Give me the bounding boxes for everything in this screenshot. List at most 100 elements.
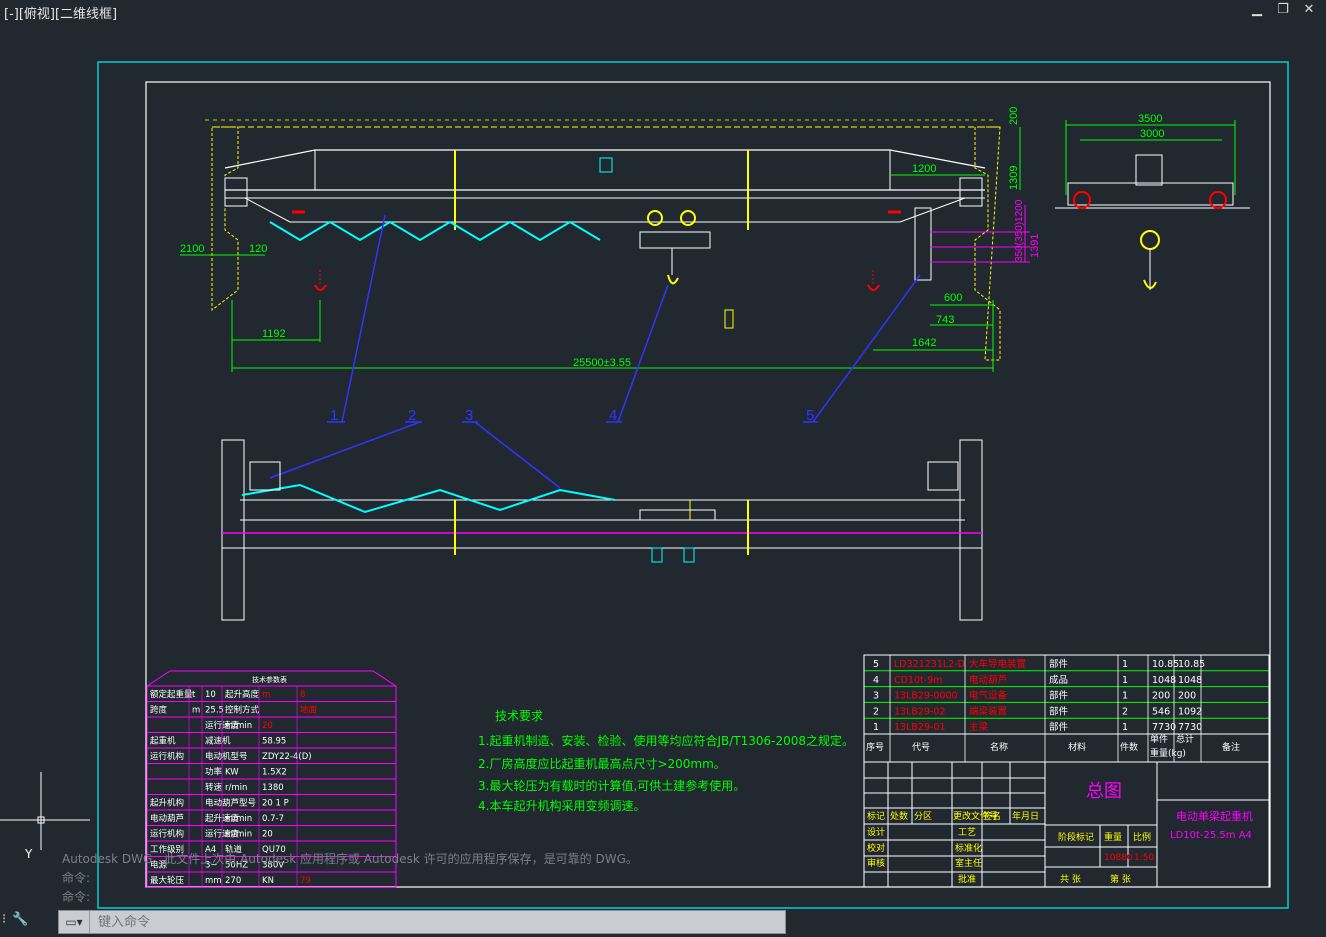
dim-120: 120 [249, 243, 267, 255]
callout-leaders [269, 214, 921, 489]
parts-list: 5 LD321231L2-D 大车导电装置 部件 1 10.8510.854 CD10t-9… [863, 654, 1270, 763]
dim-3500: 3500 [1138, 113, 1162, 125]
dim-743: 743 [936, 314, 954, 326]
parts-header: 序号 [866, 741, 884, 753]
param-cell: ZDY22-4(D) [262, 752, 312, 762]
parts-cell: 1 [1122, 691, 1128, 702]
parts-cell: 13LB29-01 [894, 722, 946, 733]
parts-header: 名称 [990, 741, 1008, 753]
title-block-label: 处数 [890, 810, 908, 822]
param-cell: 58.95 [262, 737, 286, 747]
dim-1200: 1200 [912, 163, 936, 175]
param-cell: 电动机型号 [205, 751, 248, 762]
param-cell: 起升高度 [225, 689, 260, 700]
tech-item-4: 4.本车起升机构采用变频调速。 [478, 798, 645, 813]
param-cell: 地面 [300, 705, 318, 716]
param-cell: 起重机 [150, 736, 176, 747]
callout-3: 3 [465, 407, 473, 424]
parts-header: 代号 [912, 742, 930, 753]
parts-header: 件数 [1120, 741, 1138, 753]
parts-header: 备注 [1222, 741, 1240, 753]
param-cell: 转速 [205, 782, 223, 793]
wrench-icon[interactable]: 🔧 [12, 912, 28, 927]
param-cell: 额定起重量 [150, 689, 193, 700]
tech-item-3: 3.最大轮压为有载时的计算值,可供土建参考使用。 [478, 778, 745, 793]
console-line: 命令: [62, 890, 91, 904]
title-block-label: 比例 [1133, 831, 1151, 843]
plan-view [221, 439, 983, 621]
weight-value: 10880 [1104, 853, 1133, 863]
parts-cell: 1 [1122, 722, 1128, 733]
param-cell: 25.5 [205, 706, 224, 716]
parts-cell: 546 [1152, 706, 1170, 717]
title-block-label: 第 张 [1110, 873, 1131, 885]
parts-cell: 部件 [1049, 690, 1069, 702]
param-cell: m [192, 706, 200, 716]
parts-cell: 13LB29-0000 [894, 691, 958, 702]
command-input[interactable] [90, 913, 785, 931]
title-block-label: 年月日 [1012, 810, 1039, 822]
command-line: ▭▾ [58, 910, 786, 934]
parts-cell: 1048 [1178, 675, 1202, 686]
dim-600: 600 [944, 292, 962, 304]
parts-cell: 1048 [1152, 675, 1176, 686]
dim-1391: 1391 [1029, 234, 1041, 258]
title-block-label: 签名 [983, 810, 1001, 822]
parts-cell: 13LB29-02 [894, 706, 946, 717]
dim-1642: 1642 [912, 337, 936, 349]
param-cell: 起升机构 [150, 798, 184, 809]
drawing-title: 总图 [1086, 781, 1122, 802]
dim-25500: 25500±3.55 [573, 357, 631, 369]
parts-cell: 3 [873, 691, 879, 702]
parts-cell: 200 [1152, 691, 1170, 702]
dimension-text: 25500±3.55 1192 1642 743 600 1200 2100 1… [180, 107, 1041, 369]
parts-cell: 2 [1122, 706, 1128, 717]
parts-cell: 1 [1122, 659, 1128, 670]
param-cell: 20 [262, 721, 273, 731]
param-cell: 0.7-7 [262, 814, 284, 824]
tech-requirements: 技术要求 1.起重机制造、安装、检验、使用等均应符合JB/T1306-2008之… [478, 709, 854, 813]
param-cell: m/min [225, 814, 252, 824]
param-cell: 20 [262, 830, 273, 840]
title-block-label: 校对 [867, 842, 885, 854]
parts-cell: 大车导电装置 [969, 658, 1026, 670]
parts-cell: 5 [873, 659, 879, 670]
title-block-label: 批准 [958, 873, 976, 885]
param-cell: 20 1 P [262, 799, 289, 809]
parts-cell: 4 [873, 675, 879, 686]
param-cell: 运行机构 [150, 751, 184, 762]
param-cell: 控制方式 [225, 705, 260, 716]
parts-cell: 7730 [1178, 722, 1202, 733]
callout-1: 1 [330, 407, 338, 424]
side-view [1055, 120, 1250, 290]
param-cell: KW [225, 768, 239, 778]
title-block-label: 设计 [867, 826, 885, 838]
drawing-canvas[interactable]: 25500±3.55 1192 1642 743 600 1200 2100 1… [0, 0, 1326, 937]
dim-350: 350(350)1200 [1014, 199, 1025, 262]
parts-cell: 7730 [1152, 722, 1176, 733]
parts-header: 重量(kg) [1150, 747, 1186, 759]
parts-cell: CD10t-9m [894, 675, 943, 686]
param-cell: t [192, 690, 196, 700]
param-cell: 1380 [262, 783, 284, 793]
parts-cell: 10.85 [1152, 659, 1179, 670]
title-block-label: 阶段标记 [1058, 831, 1094, 843]
scale-value: 1:50 [1134, 853, 1154, 863]
parts-cell: 电动葫芦 [969, 674, 1007, 686]
grip-icon[interactable]: ⁝ [2, 912, 6, 927]
tech-item-2: 2.厂房高度应比起重机最高点尺寸>200mm。 [478, 756, 726, 771]
command-menu-button[interactable]: ▭▾ [59, 911, 90, 933]
front-elevation [205, 119, 1030, 361]
product-name: 电动单梁起重机 [1176, 809, 1253, 823]
dim-3000: 3000 [1140, 128, 1164, 140]
parts-cell: 端梁装置 [969, 705, 1007, 717]
param-cell: 1.5X2 [262, 768, 287, 778]
side-view-dims: 3500 3000 [1138, 113, 1164, 140]
parts-cell: 1 [1122, 675, 1128, 686]
left-tools: ⁝ 🔧 [2, 912, 28, 927]
dim-1309: 1309 [1008, 166, 1020, 190]
title-block-label: 共 张 [1060, 874, 1081, 885]
title-block-label: 标准化 [955, 842, 982, 854]
param-cell: m [262, 690, 270, 700]
tech-title: 技术要求 [495, 709, 543, 723]
